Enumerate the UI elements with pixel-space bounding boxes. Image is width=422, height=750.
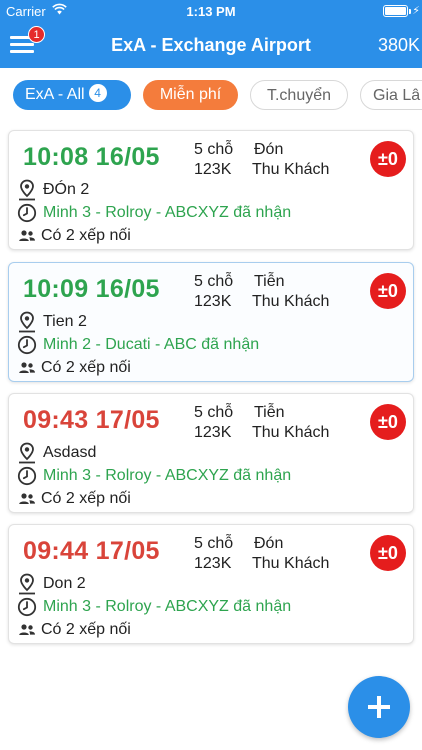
trip-seat-info: Có 2 xếp nối <box>41 621 131 638</box>
trip-card[interactable]: 09:44 17/05 5 chỗ Đón 123K Thu Khách ±0 … <box>8 524 414 644</box>
trip-type: Tiễn <box>254 404 285 421</box>
location-pin-icon <box>19 573 35 595</box>
clock-icon <box>17 597 37 617</box>
trip-price: 123K <box>194 555 232 572</box>
trip-collect: Thu Khách <box>252 293 330 310</box>
trip-time: 09:43 17/05 <box>23 406 160 434</box>
trip-seats: 5 chỗ <box>194 141 234 158</box>
location-pin-icon <box>19 179 35 201</box>
trip-card[interactable]: 10:09 16/05 5 chỗ Tiễn 123K Thu Khách ±0… <box>8 262 414 382</box>
trip-seat-info: Có 2 xếp nối <box>41 490 131 507</box>
trip-driver: Minh 3 - Rolroy - ABCXYZ đã nhận <box>43 204 292 221</box>
people-icon <box>19 624 35 635</box>
add-trip-button[interactable] <box>348 676 410 738</box>
people-icon <box>19 362 35 373</box>
trip-collect: Thu Khách <box>252 555 330 572</box>
balance-badge[interactable]: ±0 <box>370 404 406 440</box>
balance-label[interactable]: 380K <box>378 35 420 56</box>
filter-transfer-chip[interactable]: T.chuyển <box>250 80 348 110</box>
trip-time: 09:44 17/05 <box>23 537 160 565</box>
filter-free-chip[interactable]: Miễn phí <box>143 80 238 110</box>
trip-driver: Minh 3 - Rolroy - ABCXYZ đã nhận <box>43 467 292 484</box>
trip-card[interactable]: 09:43 17/05 5 chỗ Tiễn 123K Thu Khách ±0… <box>8 393 414 513</box>
trip-collect: Thu Khách <box>252 161 330 178</box>
trip-type: Đón <box>254 535 284 552</box>
trip-time: 10:08 16/05 <box>23 143 160 171</box>
trip-seat-info: Có 2 xếp nối <box>41 359 131 376</box>
trip-seats: 5 chỗ <box>194 273 234 290</box>
trip-price: 123K <box>194 161 232 178</box>
trip-location: ĐÓn 2 <box>43 181 90 198</box>
clock: 1:13 PM <box>186 4 236 19</box>
trip-collect: Thu Khách <box>252 424 330 441</box>
app-header: Carrier 1:13 PM ⚡ 1 ExA - Exchange Airpo… <box>0 0 422 68</box>
trip-type: Tiễn <box>254 273 285 290</box>
trip-seats: 5 chỗ <box>194 404 234 421</box>
balance-badge[interactable]: ±0 <box>370 535 406 571</box>
charging-icon: ⚡ <box>412 5 420 17</box>
page-title: ExA - Exchange Airport <box>111 35 311 55</box>
status-bar: Carrier 1:13 PM ⚡ <box>0 0 422 22</box>
trip-price: 123K <box>194 293 232 310</box>
trip-driver: Minh 2 - Ducati - ABC đã nhận <box>43 336 260 353</box>
trip-type: Đón <box>254 141 284 158</box>
trip-location: Asdasd <box>43 444 97 461</box>
people-icon <box>19 230 35 241</box>
battery-icon <box>383 5 408 17</box>
filter-all-chip[interactable]: ExA - All 4 <box>13 80 131 110</box>
balance-badge[interactable]: ±0 <box>370 141 406 177</box>
trip-location: Tien 2 <box>43 313 87 330</box>
filter-all-count: 4 <box>88 84 107 102</box>
clock-icon <box>17 203 37 223</box>
battery-tip <box>409 9 411 14</box>
location-pin-icon <box>19 442 35 464</box>
people-icon <box>19 493 35 504</box>
filter-all-label: ExA - All <box>25 86 85 103</box>
clock-icon <box>17 335 37 355</box>
trip-driver: Minh 3 - Rolroy - ABCXYZ đã nhận <box>43 598 292 615</box>
filter-bar: ExA - All 4 Miễn phí T.chuyển Gia Lâ <box>0 78 422 112</box>
trip-price: 123K <box>194 424 232 441</box>
trip-seat-info: Có 2 xếp nối <box>41 227 131 244</box>
trip-seats: 5 chỗ <box>194 535 234 552</box>
trip-location: Don 2 <box>43 575 86 592</box>
location-pin-icon <box>19 311 35 333</box>
trip-card[interactable]: 10:08 16/05 5 chỗ Đón 123K Thu Khách ±0 … <box>8 130 414 250</box>
balance-badge[interactable]: ±0 <box>370 273 406 309</box>
filter-gialam-chip[interactable]: Gia Lâ <box>360 80 422 110</box>
trip-time: 10:09 16/05 <box>23 275 160 303</box>
clock-icon <box>17 466 37 486</box>
